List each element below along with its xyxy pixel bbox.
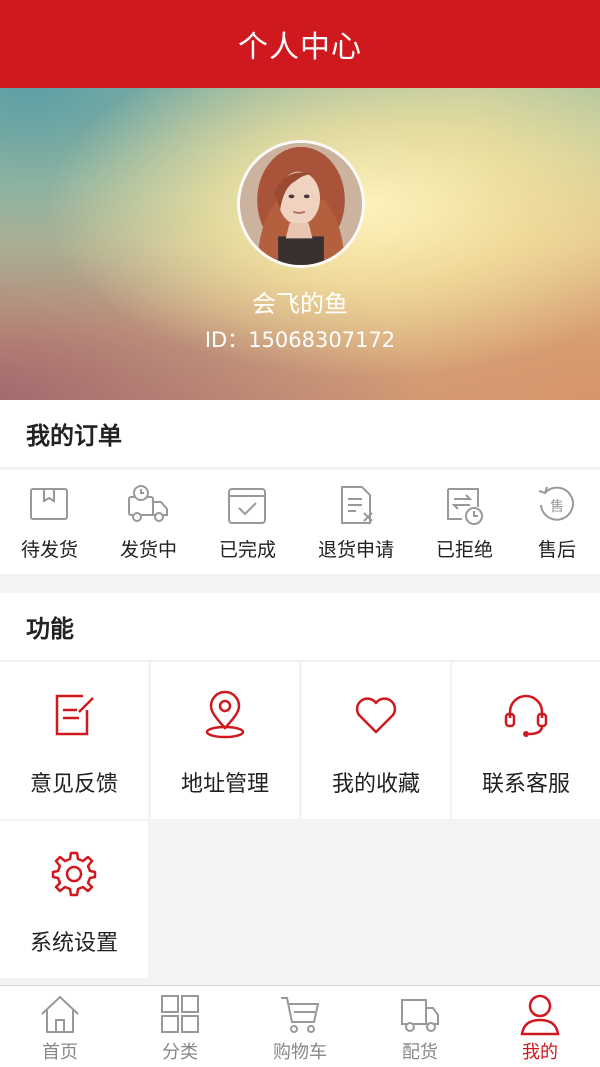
feature-favorites[interactable]: 我的收藏 [302,662,450,819]
feature-feedback-label: 意见反馈 [29,772,118,797]
avatar[interactable] [237,140,365,268]
order-return-label: 退货申请 [317,538,394,561]
pending-shipment-icon [30,487,69,520]
order-after-sales-label: 售后 [537,538,576,561]
headset-icon [504,694,548,737]
return-request-icon [340,485,373,524]
profile-banner: 会飞的鱼 ID：15068307172 [0,88,600,400]
user-id: ID：15068307172 [204,328,396,352]
rejected-icon [447,487,484,525]
order-shipping-label: 发货中 [119,538,177,561]
order-completed[interactable]: 已完成 [219,483,276,562]
order-shipping[interactable]: 发货中 [120,483,177,562]
cart-icon [281,997,320,1033]
top-bar: 个人中心 [0,0,600,88]
location-pin-icon [205,690,245,739]
gear-icon [51,851,97,897]
shipping-truck-icon [128,484,169,522]
tab-category[interactable]: 分类 [120,986,240,1067]
order-return-request[interactable]: 退货申请 [318,483,394,562]
order-after-sales[interactable]: 售 售后 [535,483,579,562]
feedback-edit-icon [55,694,94,736]
grid-icon [161,995,199,1033]
feature-settings[interactable]: 系统设置 [0,821,148,978]
tab-delivery-label: 配货 [402,1042,438,1063]
tab-cart-label: 购物车 [273,1042,327,1063]
feature-customer-service-label: 联系客服 [481,772,570,797]
features-section-title: 功能 [0,593,600,661]
tab-delivery[interactable]: 配货 [360,986,480,1067]
feature-settings-label: 系统设置 [29,931,118,956]
user-icon [520,994,560,1036]
user-nickname: 会飞的鱼 [252,290,348,318]
feature-favorites-label: 我的收藏 [331,772,420,797]
tab-mine-label: 我的 [522,1042,558,1063]
order-completed-label: 已完成 [218,538,276,561]
order-rejected[interactable]: 已拒绝 [436,483,493,562]
order-pending-label: 待发货 [20,538,78,561]
tab-home-label: 首页 [42,1042,78,1063]
tab-cart[interactable]: 购物车 [240,986,360,1067]
heart-icon [355,697,397,734]
completed-check-icon [228,487,267,524]
after-sales-icon: 售 [538,486,574,521]
tab-category-label: 分类 [162,1042,198,1063]
order-pending-shipment[interactable]: 待发货 [21,483,78,562]
feature-address-label: 地址管理 [180,772,269,797]
feature-customer-service[interactable]: 联系客服 [452,662,600,819]
tab-mine[interactable]: 我的 [480,986,600,1067]
tab-home[interactable]: 首页 [0,986,120,1067]
home-icon [41,995,79,1033]
page-title: 个人中心 [238,30,362,65]
orders-section-title: 我的订单 [0,400,600,468]
feature-feedback[interactable]: 意见反馈 [0,662,148,819]
delivery-truck-icon [401,999,439,1032]
after-sales-badge-text: 售 [550,499,564,515]
feature-address[interactable]: 地址管理 [151,662,299,819]
orders-row: 待发货 发货中 已完成 退货申请 已拒绝 售 售后 [0,470,600,574]
order-rejected-label: 已拒绝 [435,538,493,561]
avatar-portrait-icon [240,143,362,265]
bottom-tab-bar: 首页 分类 购物车 配货 我的 [0,985,600,1067]
